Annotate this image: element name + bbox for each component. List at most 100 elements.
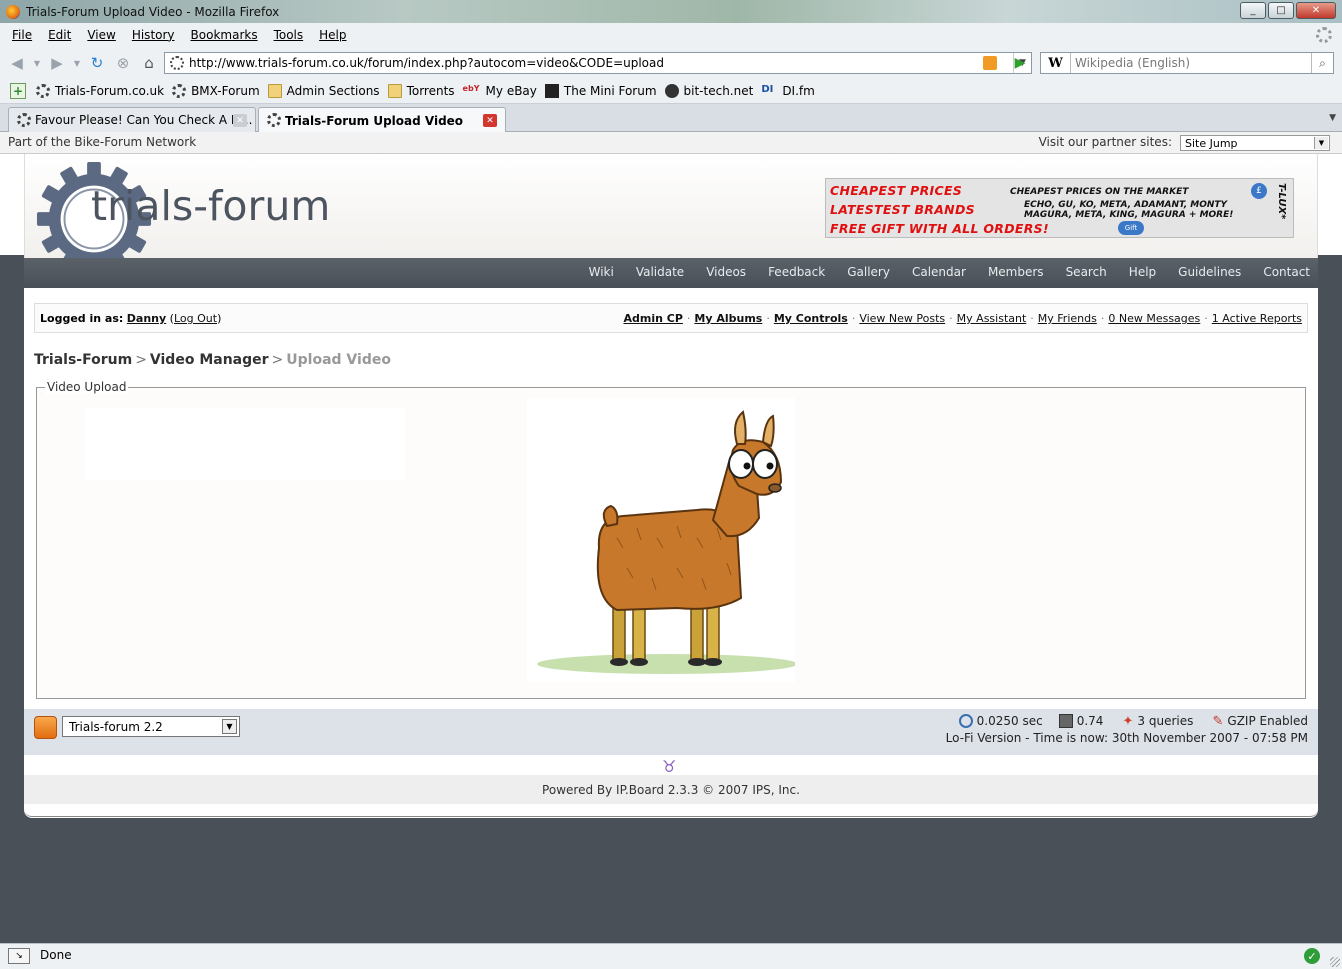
rss-feed-icon[interactable] — [983, 56, 997, 70]
nav-link-search[interactable]: Search — [1066, 265, 1107, 279]
search-bar[interactable]: W Wikipedia (English) ⌕ — [1040, 52, 1334, 74]
menu-view[interactable]: View — [87, 28, 115, 42]
resize-grip-icon[interactable] — [1330, 957, 1340, 967]
breadcrumb-video-manager[interactable]: Video Manager — [150, 352, 269, 368]
clock-icon — [958, 714, 973, 728]
active-reports-link[interactable]: 1 Active Reports — [1212, 312, 1302, 325]
stop-icon[interactable]: ⊗ — [112, 52, 134, 74]
tab-favour-please[interactable]: Favour Please! Can You Check A Li... ✕ — [8, 107, 256, 132]
bookmark-admin-sections[interactable]: Admin Sections — [267, 84, 380, 98]
rss-icon[interactable] — [34, 716, 57, 739]
nav-link-validate[interactable]: Validate — [636, 265, 684, 279]
my-assistant-link[interactable]: My Assistant — [957, 312, 1027, 325]
chevron-down-icon: ▼ — [222, 719, 237, 734]
lofi-link[interactable]: Lo-Fi Version — [946, 731, 1022, 745]
logged-in-info: Logged in as: Danny (Log Out) — [40, 312, 222, 325]
nav-link-calendar[interactable]: Calendar — [912, 265, 966, 279]
video-upload-fieldset: Video Upload — [36, 380, 1306, 699]
back-icon[interactable]: ◀ — [6, 52, 28, 74]
nav-link-gallery[interactable]: Gallery — [847, 265, 890, 279]
menu-bookmarks[interactable]: Bookmarks — [191, 28, 258, 42]
nav-link-wiki[interactable]: Wiki — [589, 265, 614, 279]
tab-close-icon[interactable]: ✕ — [233, 114, 247, 127]
throbber-icon — [1316, 27, 1332, 43]
security-ok-icon[interactable]: ✓ — [1304, 948, 1320, 964]
view-new-posts-link[interactable]: View New Posts — [859, 312, 945, 325]
menu-file[interactable]: File — [12, 28, 32, 42]
bookmarks-toolbar: + Trials-Forum.co.uk BMX-Forum Admin Sec… — [0, 79, 1342, 104]
username-link[interactable]: Danny — [127, 312, 166, 325]
url-text: http://www.trials-forum.co.uk/forum/inde… — [189, 56, 664, 70]
folder-icon — [267, 84, 282, 98]
network-bar: Part of the Bike-Forum Network Visit our… — [0, 132, 1342, 154]
site-jump-select[interactable]: Site Jump ▼ — [1180, 135, 1330, 151]
my-albums-link[interactable]: My Albums — [694, 312, 762, 325]
tab-upload-video[interactable]: Trials-Forum Upload Video ✕ — [258, 107, 506, 133]
search-icon[interactable]: ⌕ — [1311, 53, 1333, 73]
fieldset-legend: Video Upload — [45, 380, 129, 394]
bookmark-my-ebay[interactable]: ebY My eBay — [463, 84, 537, 98]
upload-form-area — [85, 408, 405, 480]
nav-link-videos[interactable]: Videos — [706, 265, 746, 279]
go-icon[interactable]: ▶ — [1010, 54, 1030, 72]
add-bookmark-icon[interactable]: + — [10, 83, 26, 99]
exec-time: 0.0250 sec — [976, 714, 1043, 728]
powered-by-text[interactable]: Powered By IP.Board 2.3.3 © 2007 IPS, In… — [24, 783, 1318, 797]
site-logo-text[interactable]: trials-forum — [91, 182, 330, 230]
bookmark-torrents[interactable]: Torrents — [387, 84, 455, 98]
logout-link[interactable]: Log Out — [174, 312, 217, 325]
menu-tools[interactable]: Tools — [274, 28, 304, 42]
menu-history[interactable]: History — [132, 28, 175, 42]
close-button[interactable]: ✕ — [1296, 2, 1336, 19]
tab-bar: Favour Please! Can You Check A Li... ✕ T… — [0, 104, 1342, 133]
admin-cp-link[interactable]: Admin CP — [623, 312, 682, 325]
breadcrumb-upload-video: Upload Video — [286, 352, 391, 368]
tab-close-icon[interactable]: ✕ — [483, 114, 497, 127]
breadcrumb-trials-forum[interactable]: Trials-Forum — [34, 352, 132, 368]
nav-link-feedback[interactable]: Feedback — [768, 265, 825, 279]
my-friends-link[interactable]: My Friends — [1038, 312, 1097, 325]
bookmark-bit-tech[interactable]: bit-tech.net — [664, 84, 753, 98]
bookmark-the-mini-forum[interactable]: The Mini Forum — [544, 84, 657, 98]
search-input[interactable]: Wikipedia (English) — [1071, 56, 1311, 70]
site-header: trials-forum CHEAPEST PRICES CHEAPEST PR… — [24, 154, 1318, 277]
nav-link-members[interactable]: Members — [988, 265, 1044, 279]
banner-line-2-sub-2: MAGURA, META, KING, MAGURA + MORE! — [1024, 210, 1234, 220]
reload-icon[interactable]: ↻ — [86, 52, 108, 74]
skin-chooser-select[interactable]: Trials-forum 2.2 ▼ — [62, 716, 240, 737]
history-dropdown-icon[interactable]: ▼ — [32, 52, 42, 74]
nav-link-guidelines[interactable]: Guidelines — [1178, 265, 1241, 279]
di-icon: DI — [761, 84, 774, 95]
new-messages-link[interactable]: 0 New Messages — [1108, 312, 1200, 325]
window-title: Trials-Forum Upload Video - Mozilla Fire… — [26, 4, 280, 19]
user-links: Admin CP · My Albums · My Controls · View N… — [623, 312, 1302, 325]
search-engine-icon[interactable]: W — [1041, 53, 1071, 73]
bookmark-bmx-forum[interactable]: BMX-Forum — [172, 84, 260, 98]
advert-banner[interactable]: CHEAPEST PRICES CHEAPEST PRICES ON THE M… — [825, 178, 1294, 238]
maximize-button[interactable]: □ — [1268, 2, 1294, 19]
copyright-area: ♉ Powered By IP.Board 2.3.3 © 2007 IPS, … — [24, 755, 1318, 817]
menu-help[interactable]: Help — [319, 28, 346, 42]
gear-icon — [17, 113, 31, 127]
page-load-icon: ↘ — [8, 948, 30, 964]
banner-line-2-sub-1: ECHO, GU, KO, META, ADAMANT, MONTY — [1024, 200, 1228, 210]
chevron-down-icon: ▼ — [1314, 137, 1328, 149]
web-page: Part of the Bike-Forum Network Visit our… — [0, 132, 1342, 943]
menu-edit[interactable]: Edit — [48, 28, 71, 42]
board-stats: 0.0250 sec 0.74 ✦ 3 queries ✎ GZIP Enabl… — [945, 714, 1308, 745]
my-controls-link[interactable]: My Controls — [774, 312, 848, 325]
banner-line-3: FREE GIFT WITH ALL ORDERS! — [830, 221, 1049, 236]
forward-icon[interactable]: ▶ — [46, 52, 68, 74]
partner-label: Visit our partner sites: — [1038, 135, 1172, 149]
nav-link-help[interactable]: Help — [1129, 265, 1156, 279]
server-load: 0.74 — [1076, 714, 1104, 728]
address-bar[interactable]: http://www.trials-forum.co.uk/forum/inde… — [164, 52, 1032, 74]
minimize-button[interactable]: _ — [1240, 2, 1266, 19]
tab-list-icon[interactable]: ▼ — [1329, 113, 1336, 123]
home-icon[interactable]: ⌂ — [138, 52, 160, 74]
bookmark-trials-forum[interactable]: Trials-Forum.co.uk — [36, 84, 164, 98]
nav-link-contact[interactable]: Contact — [1263, 265, 1310, 279]
bookmark-di-fm[interactable]: DI DI.fm — [761, 84, 815, 98]
forward-dropdown-icon[interactable]: ▼ — [72, 52, 82, 74]
current-time: Time is now: 30th November 2007 - 07:58 … — [1033, 731, 1308, 745]
